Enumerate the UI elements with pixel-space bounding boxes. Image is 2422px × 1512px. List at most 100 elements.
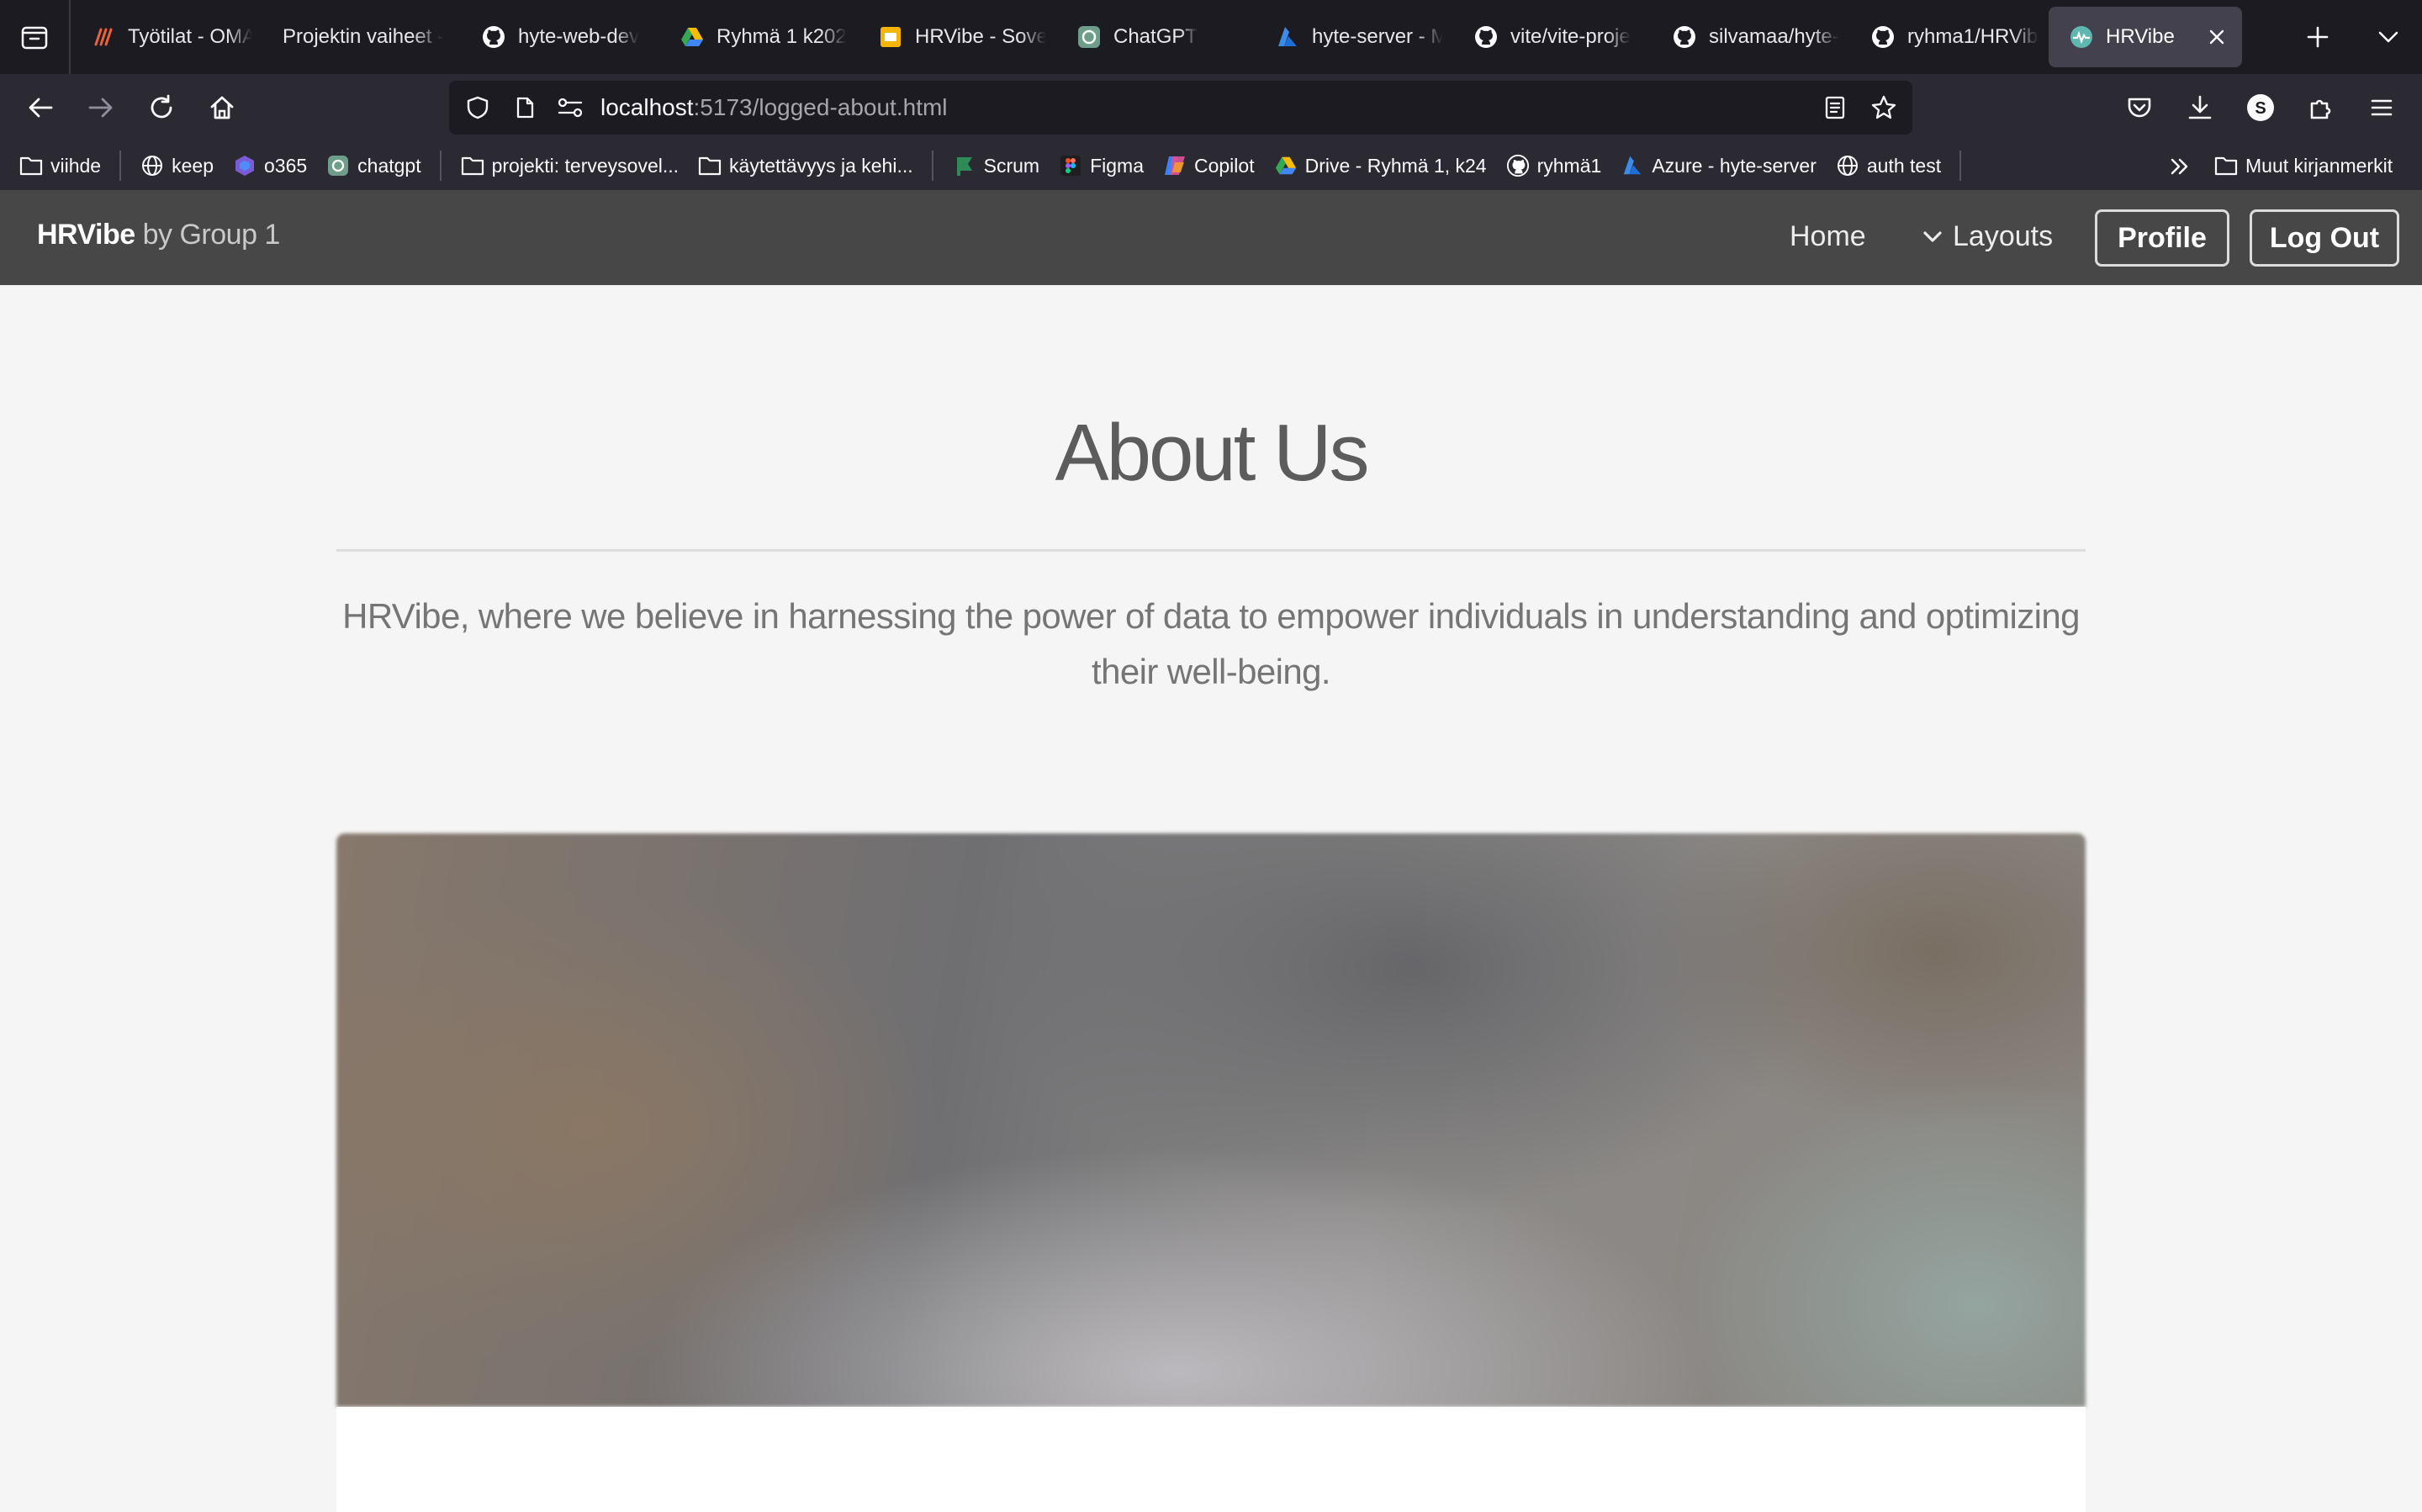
github-icon: [1505, 153, 1531, 178]
address-bar[interactable]: localhost:5173/logged-about.html: [449, 81, 1912, 135]
tab-chatgpt[interactable]: ChatGPT: [1056, 7, 1255, 67]
bookmarks-overflow-chevron-icon[interactable]: [2165, 151, 2195, 182]
tab-overview-icon[interactable]: [0, 0, 71, 74]
bookmark-label: viihde: [50, 154, 102, 177]
back-arrow-icon[interactable]: [20, 87, 61, 128]
scrum-icon: [952, 153, 977, 178]
page-info-document-icon[interactable]: [508, 91, 542, 124]
bookmark-star-icon[interactable]: [1867, 91, 1901, 124]
slides-icon: [878, 24, 903, 50]
tab-silvamaa-hyte[interactable]: silvamaa/hyte-: [1652, 7, 1850, 67]
bookmark-label: chatgpt: [357, 154, 421, 177]
profile-button[interactable]: Profile: [2095, 209, 2229, 267]
tab-label: Työtilat - OMA: [128, 25, 252, 48]
folder-icon: [697, 153, 722, 178]
bookmark-projekti-folder[interactable]: projekti: terveysovel...: [460, 153, 679, 178]
bookmark-kaytettavyys-folder[interactable]: käytettävyys ja kehi...: [697, 153, 913, 178]
copilot-icon: [1162, 153, 1187, 178]
tab-hrvibe-slides[interactable]: HRVibe - Sove: [858, 7, 1056, 67]
bookmark-o365[interactable]: o365: [232, 153, 307, 178]
nav-layouts-dropdown[interactable]: Layouts: [1921, 220, 2053, 253]
reader-view-icon[interactable]: [1818, 91, 1852, 124]
site-brand[interactable]: HRVibe by Group 1: [37, 219, 280, 251]
bookmark-scrum[interactable]: Scrum: [952, 153, 1039, 178]
github-icon: [1870, 24, 1896, 50]
bookmark-label: Drive - Ryhmä 1, k24: [1304, 154, 1487, 177]
tab-label: HRVibe - Sove: [915, 25, 1046, 48]
divider: [336, 549, 2086, 552]
github-icon: [481, 24, 506, 50]
bookmark-figma[interactable]: Figma: [1058, 153, 1144, 178]
tab-tyotilat[interactable]: Työtilat - OMA: [71, 7, 262, 67]
google-drive-icon: [680, 24, 705, 50]
github-icon: [1473, 24, 1499, 50]
menu-hamburger-icon[interactable]: [2361, 87, 2402, 128]
globe-icon: [140, 153, 165, 178]
tab-hrvibe-active[interactable]: HRVibe: [2049, 7, 2242, 67]
azure-icon: [1620, 153, 1645, 178]
about-lead-text: HRVibe, where we believe in harnessing t…: [342, 596, 2080, 691]
tab-hyte-server-azure[interactable]: hyte-server - M: [1255, 7, 1453, 67]
github-icon: [1672, 24, 1697, 50]
nav-home-link[interactable]: Home: [1790, 220, 1866, 253]
bookmark-keep[interactable]: keep: [140, 153, 214, 178]
bookmarks-toolbar: viihde keep o365 chatgpt projekti: terve…: [0, 141, 2422, 190]
tab-strip: Työtilat - OMA Projektin vaiheet - hyte-…: [0, 0, 2422, 74]
chatgpt-icon: [1076, 24, 1102, 50]
tab-label: ChatGPT: [1113, 25, 1198, 48]
site-permissions-icon[interactable]: [553, 91, 587, 124]
extensions-icon[interactable]: [2301, 87, 2341, 128]
other-bookmarks[interactable]: Muut kirjanmerkit: [2213, 141, 2393, 190]
bookmark-ryhma1[interactable]: ryhmä1: [1505, 153, 1601, 178]
tab-label: Ryhmä 1 k202: [717, 25, 847, 48]
account-initial: S: [2255, 99, 2266, 118]
tab-vite-project[interactable]: vite/vite-proje: [1453, 7, 1652, 67]
tracking-protection-shield-icon[interactable]: [461, 91, 494, 124]
chatgpt-icon: [325, 153, 351, 178]
other-bookmarks-label: Muut kirjanmerkit: [2245, 154, 2393, 177]
forward-arrow-icon[interactable]: [81, 87, 121, 128]
bookmark-auth-test[interactable]: auth test: [1835, 153, 1941, 178]
tab-label: hyte-web-dev: [518, 25, 640, 48]
bookmark-chatgpt[interactable]: chatgpt: [325, 153, 421, 178]
logout-button[interactable]: Log Out: [2250, 209, 2399, 267]
close-icon[interactable]: [2202, 22, 2232, 52]
home-icon[interactable]: [202, 87, 242, 128]
bookmark-separator: [439, 151, 442, 181]
bookmark-label: Scrum: [983, 154, 1040, 177]
bookmark-separator: [1959, 151, 1962, 181]
bookmark-label: keep: [172, 154, 214, 177]
bookmark-label: o365: [263, 154, 308, 177]
reload-icon[interactable]: [141, 87, 182, 128]
hrvibe-icon: [2069, 24, 2094, 50]
pocket-icon[interactable]: [2119, 87, 2160, 128]
bookmark-azure[interactable]: Azure - hyte-server: [1620, 153, 1816, 178]
bookmark-label: projekti: terveysovel...: [491, 154, 680, 177]
figma-icon: [1058, 153, 1083, 178]
tab-projektin-vaiheet[interactable]: Projektin vaiheet -: [262, 7, 461, 67]
list-all-tabs-chevron-icon[interactable]: [2370, 19, 2407, 56]
globe-icon: [1835, 153, 1860, 178]
azure-icon: [1275, 24, 1300, 50]
bookmark-viihde[interactable]: viihde: [19, 153, 101, 178]
tab-label: HRVibe: [2106, 25, 2175, 48]
tab-label: Projektin vaiheet -: [283, 25, 445, 48]
url-text[interactable]: localhost:5173/logged-about.html: [600, 94, 948, 121]
downloads-icon[interactable]: [2180, 87, 2220, 128]
site-navbar: HRVibe by Group 1 Home Layouts Profile L…: [0, 190, 2422, 285]
bookmark-label: Copilot: [1193, 154, 1255, 177]
bookmark-drive[interactable]: Drive - Ryhmä 1, k24: [1273, 153, 1487, 178]
tab-hyte-web-dev[interactable]: hyte-web-dev: [461, 7, 659, 67]
url-host: localhost: [600, 94, 694, 120]
bookmark-copilot[interactable]: Copilot: [1162, 153, 1255, 178]
bookmark-label: Figma: [1090, 154, 1144, 177]
brand-name: HRVibe: [37, 219, 135, 251]
tab-ryhma1-hrvibe[interactable]: ryhma1/HRVibe: [1850, 7, 2049, 67]
tab-ryhma1-drive[interactable]: Ryhmä 1 k202: [659, 7, 858, 67]
tab-label: vite/vite-proje: [1510, 25, 1631, 48]
account-avatar-icon[interactable]: S: [2240, 87, 2281, 128]
new-tab-plus-icon[interactable]: [2299, 19, 2336, 56]
url-path: :5173/logged-about.html: [693, 94, 948, 120]
o365-icon: [232, 153, 257, 178]
folder-icon: [2213, 153, 2239, 178]
